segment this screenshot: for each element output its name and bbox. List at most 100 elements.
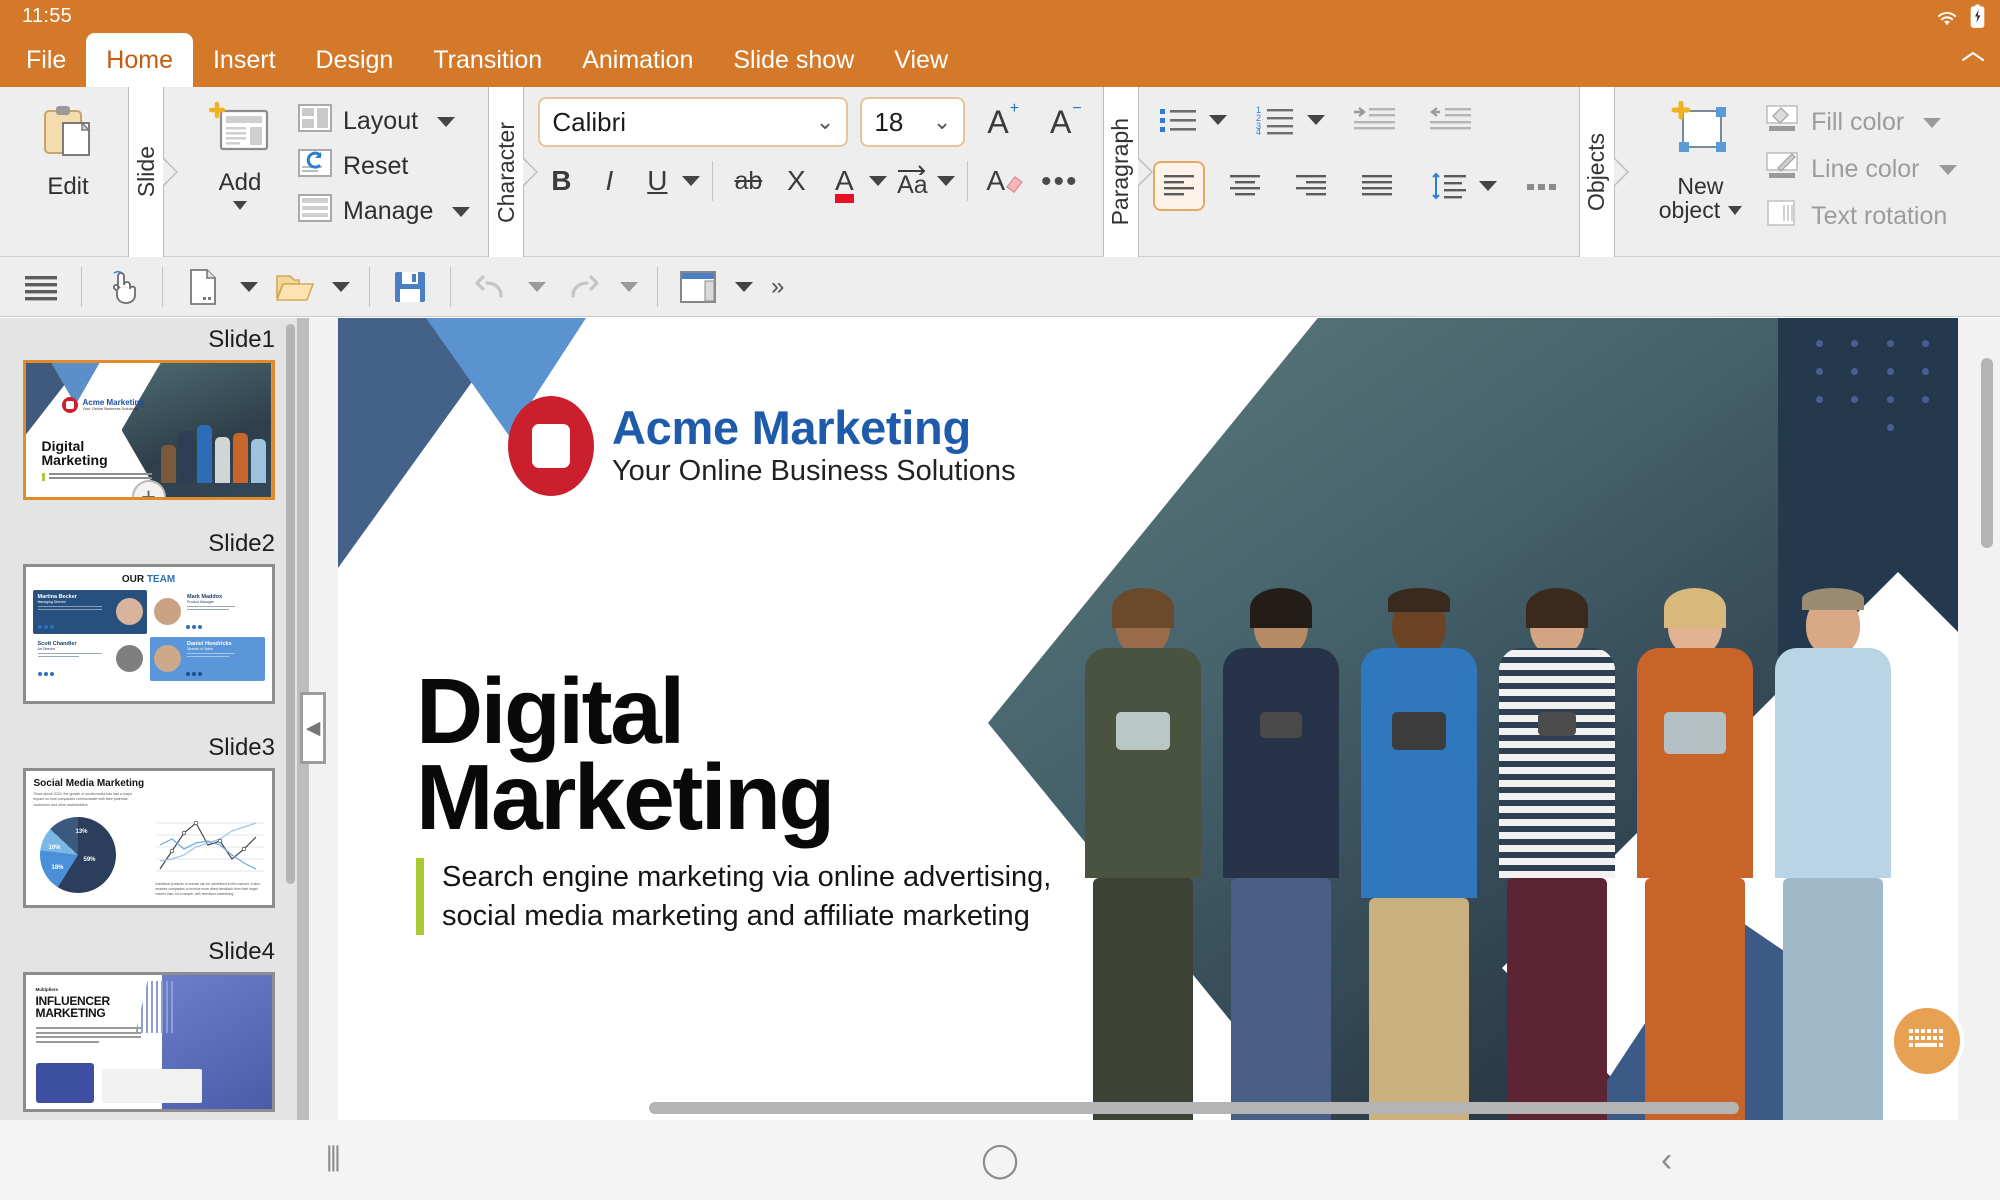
superscript-button[interactable]: X xyxy=(773,157,819,205)
font-name-chevron-down-icon[interactable]: ⌄ xyxy=(816,109,834,135)
tab-view[interactable]: View xyxy=(874,33,968,87)
person-1 xyxy=(1078,594,1208,1120)
fill-color-icon xyxy=(1764,104,1800,141)
thumbnail-image-3[interactable]: Social Media Marketing Since about 2015,… xyxy=(23,768,275,908)
open-folder-caret-icon[interactable] xyxy=(326,282,356,292)
collapse-ribbon-icon[interactable] xyxy=(1960,47,1986,69)
bullet-list-caret-icon[interactable] xyxy=(1209,115,1227,125)
clear-formatting-button[interactable]: A xyxy=(980,157,1033,205)
fill-color-caret-icon[interactable] xyxy=(1923,118,1941,128)
manage-caret-icon[interactable] xyxy=(452,207,470,217)
align-justify-button[interactable] xyxy=(1351,161,1403,211)
font-size-combo[interactable]: 18 ⌄ xyxy=(860,97,965,147)
bold-button[interactable]: B xyxy=(538,157,584,205)
fill-color-menu-item[interactable]: Fill color xyxy=(1756,99,1964,146)
slide-thumbnail-2[interactable]: Slide2 OUR TEAM Martina Becker Managing … xyxy=(0,522,297,704)
touch-mode-icon[interactable] xyxy=(95,261,149,313)
thumbnail-image-4[interactable]: Multipliers INFLUENCERMARKETING xyxy=(23,972,275,1112)
thumbnail-image-2[interactable]: OUR TEAM Martina Becker Managing Directo… xyxy=(23,564,275,704)
back-button[interactable]: ‹ xyxy=(1333,1141,2000,1180)
thumb3-caption: Individual products or brands can be adv… xyxy=(156,882,264,897)
align-right-button[interactable] xyxy=(1285,161,1337,211)
shrink-font-icon[interactable]: A− xyxy=(1040,104,1091,141)
more-character-options-button[interactable]: ••• xyxy=(1035,157,1085,205)
tab-transition[interactable]: Transition xyxy=(413,33,562,87)
layout-menu-item[interactable]: Layout xyxy=(290,99,478,144)
text-rotation-menu-item[interactable]: Text rotation xyxy=(1756,193,1964,240)
save-icon[interactable] xyxy=(383,261,437,313)
undo-icon[interactable] xyxy=(464,261,518,313)
slide-thumbnail-panel[interactable]: Slide1 xyxy=(0,318,297,1120)
slide-panel-scrollbar[interactable] xyxy=(286,324,295,884)
new-document-caret-icon[interactable] xyxy=(234,282,264,292)
slide-thumbnail-1[interactable]: Slide1 xyxy=(0,318,297,500)
add-slide-caret-icon[interactable] xyxy=(233,201,247,210)
divider xyxy=(967,161,968,201)
increase-indent-button[interactable] xyxy=(1349,95,1401,145)
align-left-button[interactable] xyxy=(1153,161,1205,211)
slide-logo[interactable]: Acme Marketing Your Online Business Solu… xyxy=(508,396,1016,496)
font-name-combo[interactable]: Calibri ⌄ xyxy=(538,97,848,147)
subtext-line-2: social media marketing and affiliate mar… xyxy=(442,897,1051,936)
display-view-caret-icon[interactable] xyxy=(729,282,759,292)
collapse-panel-handle[interactable]: ◀ xyxy=(300,692,326,764)
redo-icon[interactable] xyxy=(556,261,610,313)
line-color-menu-item[interactable]: Line color xyxy=(1756,146,1964,193)
tab-insert[interactable]: Insert xyxy=(193,33,296,87)
bullet-list-button[interactable] xyxy=(1153,95,1205,145)
slide-thumbnail-4[interactable]: Slide4 Multipliers INFLUENCERMARKETING xyxy=(0,930,297,1112)
align-center-button[interactable] xyxy=(1219,161,1271,211)
underline-button[interactable]: U xyxy=(634,157,680,205)
slide-subtext[interactable]: Search engine marketing via online adver… xyxy=(416,858,1051,935)
line-color-caret-icon[interactable] xyxy=(1939,165,1957,175)
change-case-caret-icon[interactable] xyxy=(937,176,955,186)
display-view-icon[interactable] xyxy=(671,261,725,313)
numbered-list-button[interactable]: 1234 xyxy=(1251,95,1303,145)
layout-caret-icon[interactable] xyxy=(437,117,455,127)
slide-thumbnail-3[interactable]: Slide3 Social Media Marketing Since abou… xyxy=(0,726,297,908)
canvas-horizontal-scrollbar[interactable] xyxy=(649,1102,1739,1114)
tab-slide-show[interactable]: Slide show xyxy=(713,33,874,87)
line-spacing-caret-icon[interactable] xyxy=(1479,181,1497,191)
new-object-button[interactable]: New object xyxy=(1645,95,1756,228)
line-spacing-button[interactable] xyxy=(1423,161,1475,211)
font-size-chevron-down-icon[interactable]: ⌄ xyxy=(933,109,951,135)
canvas-vertical-scrollbar[interactable] xyxy=(1981,358,1993,548)
more-paragraph-options-button[interactable] xyxy=(1517,161,1569,211)
tab-home[interactable]: Home xyxy=(86,33,193,87)
redo-caret-icon[interactable] xyxy=(614,282,644,292)
reset-menu-item[interactable]: Reset xyxy=(290,144,478,189)
recents-button[interactable]: ⦀ xyxy=(0,1141,667,1180)
active-slide[interactable]: Acme Marketing Your Online Business Solu… xyxy=(338,318,1958,1120)
font-color-button[interactable]: A xyxy=(821,157,867,205)
grow-font-icon[interactable]: A+ xyxy=(977,104,1028,141)
undo-caret-icon[interactable] xyxy=(522,282,552,292)
manage-menu-item[interactable]: Manage xyxy=(290,189,478,234)
keyboard-toggle-button[interactable] xyxy=(1890,1004,1964,1078)
menu-icon[interactable] xyxy=(14,261,68,313)
thumbnail-image-1[interactable]: Acme MarketingYour Online Business Solut… xyxy=(23,360,275,500)
underline-caret-icon[interactable] xyxy=(682,176,700,186)
new-document-icon[interactable] xyxy=(176,261,230,313)
tab-file[interactable]: File xyxy=(6,33,86,87)
home-button[interactable]: ◯ xyxy=(667,1140,1334,1180)
new-object-caret-icon[interactable] xyxy=(1728,206,1742,215)
numbered-list-caret-icon[interactable] xyxy=(1307,115,1325,125)
decrease-indent-button[interactable] xyxy=(1425,95,1477,145)
edit-button[interactable]: Edit xyxy=(18,95,118,205)
divider xyxy=(162,267,163,307)
change-case-button[interactable]: Aa xyxy=(889,157,935,205)
font-color-caret-icon[interactable] xyxy=(869,176,887,186)
tab-animation[interactable]: Animation xyxy=(562,33,713,87)
logo-tagline: Your Online Business Solutions xyxy=(612,454,1016,489)
strikethrough-button[interactable]: ab xyxy=(725,157,771,205)
tab-design[interactable]: Design xyxy=(296,33,414,87)
slide-label-3: Slide3 xyxy=(0,726,297,768)
thumb3-line-chart xyxy=(156,815,264,877)
quick-access-more-icon[interactable]: » xyxy=(771,273,784,301)
slide-headline[interactable]: Digital Marketing xyxy=(416,668,833,841)
add-slide-button[interactable]: Add xyxy=(190,95,290,216)
slide-canvas-area[interactable]: Acme Marketing Your Online Business Solu… xyxy=(309,318,2000,1120)
open-folder-icon[interactable] xyxy=(268,261,322,313)
italic-button[interactable]: I xyxy=(586,157,632,205)
